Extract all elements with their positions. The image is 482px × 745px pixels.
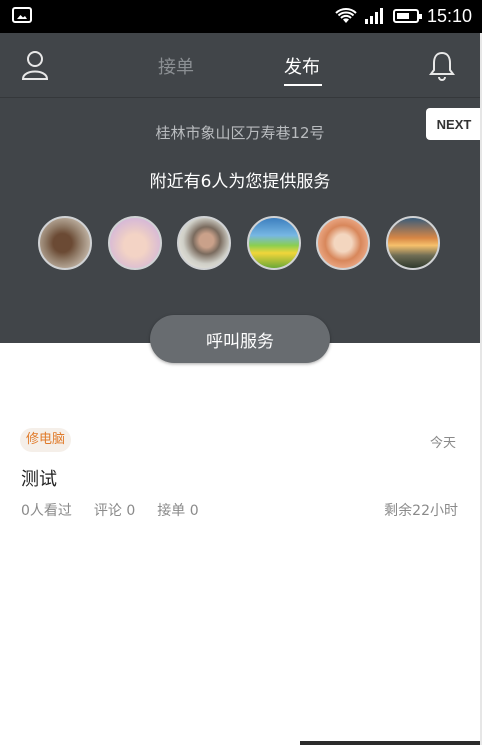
avatar[interactable] (108, 216, 162, 270)
avatar[interactable] (177, 216, 231, 270)
post-stats: 0人看过 评论 0 接单 0 (21, 500, 199, 520)
wifi-icon (335, 8, 357, 24)
status-time: 15:10 (426, 5, 472, 26)
nearby-providers-text: 附近有6人为您提供服务 (149, 172, 331, 192)
call-service-button[interactable]: 呼叫服务 (150, 315, 330, 363)
avatar[interactable] (386, 216, 440, 270)
bottom-edge-bar (300, 741, 480, 745)
avatar[interactable] (247, 216, 301, 270)
location-address: 桂林市象山区万寿巷12号 (155, 124, 325, 142)
signal-icon (364, 8, 385, 24)
avatar[interactable] (38, 216, 92, 270)
tab-publish[interactable]: 发布 (284, 53, 320, 79)
top-panel: 接单 发布 桂林市象山区万寿巷12号 NEXT 附近有6人为您提供服务 (0, 33, 482, 343)
next-button[interactable]: NEXT (426, 108, 482, 140)
nav-divider (0, 97, 480, 98)
active-tab-indicator (284, 84, 322, 86)
battery-icon (392, 9, 422, 23)
post-card[interactable]: 修电脑 今天 测试 0人看过 评论 0 接单 0 剩余22小时 (0, 420, 480, 530)
user-icon[interactable] (20, 49, 50, 81)
comment-count: 评论 0 (93, 503, 136, 519)
post-title: 测试 (21, 469, 57, 490)
status-bar: 15:10 (0, 0, 482, 33)
tab-orders[interactable]: 接单 (158, 53, 194, 79)
provider-avatars (38, 216, 448, 272)
category-badge: 修电脑 (20, 428, 72, 452)
view-count: 0人看过 (21, 503, 72, 519)
time-remaining: 剩余22小时 (384, 503, 458, 519)
bell-icon[interactable] (428, 50, 456, 82)
status-icons: 15:10 (335, 5, 472, 27)
avatar[interactable] (316, 216, 370, 270)
image-notification-icon (12, 7, 32, 23)
post-date: 今天 (429, 436, 456, 451)
order-count: 接单 0 (157, 503, 199, 519)
